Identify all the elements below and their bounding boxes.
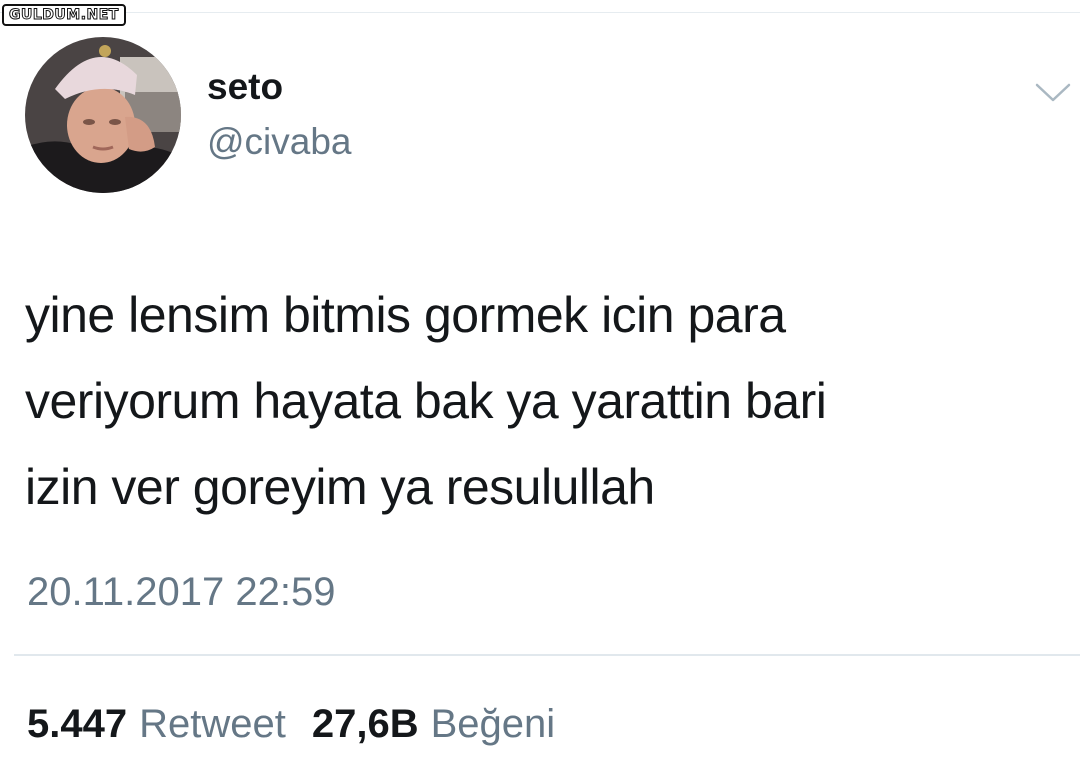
top-divider	[0, 12, 1080, 13]
retweet-count[interactable]: 5.447	[27, 698, 127, 750]
tweet-text: yine lensim bitmis gormek icin para veri…	[25, 287, 827, 515]
like-count[interactable]: 27,6B	[312, 698, 419, 750]
user-handle[interactable]: @civaba	[207, 120, 352, 164]
like-label[interactable]: Beğeni	[431, 698, 556, 750]
tweet-menu-button[interactable]	[1030, 72, 1076, 112]
retweet-label[interactable]: Retweet	[139, 698, 286, 750]
avatar-image	[25, 37, 181, 193]
watermark-logo: GULDUM.NET	[2, 4, 126, 26]
tweet-stats: 5.447 Retweet 27,6B Beğeni	[27, 698, 555, 750]
avatar[interactable]	[25, 37, 181, 193]
stats-divider	[14, 654, 1080, 656]
tweet-screenshot: GULDUM.NET seto @civaba yine lensim bitm…	[0, 0, 1080, 784]
tweet-timestamp[interactable]: 20.11.2017 22:59	[27, 566, 335, 618]
chevron-down-icon	[1035, 83, 1071, 102]
display-name[interactable]: seto	[207, 65, 283, 109]
